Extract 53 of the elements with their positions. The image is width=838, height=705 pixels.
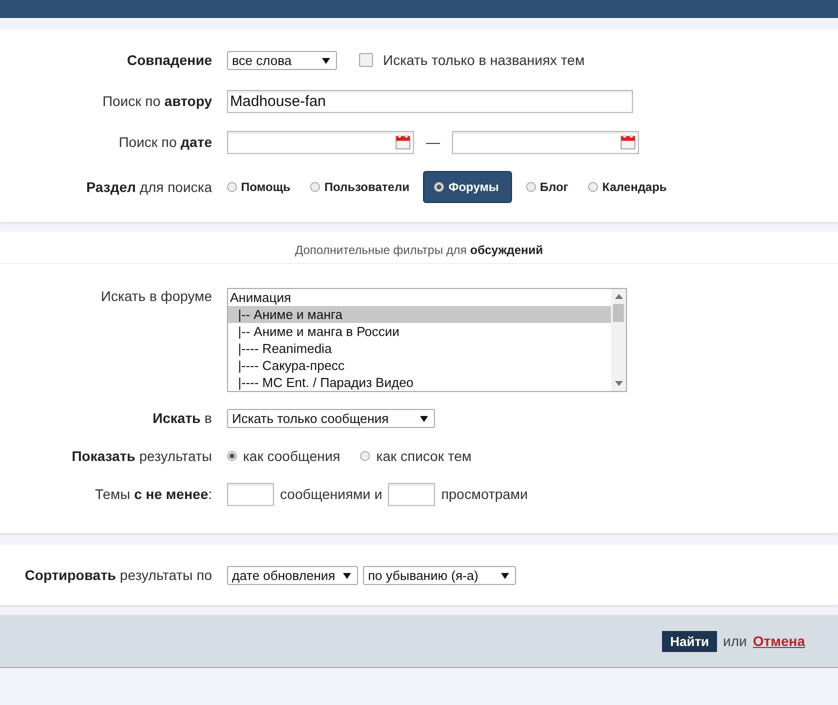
author-label: Поиск по автору bbox=[101, 93, 212, 109]
radio-button[interactable] bbox=[360, 451, 370, 461]
checkbox-label: Искать только в названиях тем bbox=[383, 52, 585, 68]
forum-item[interactable]: |---- Reanimedia bbox=[228, 340, 611, 357]
sort-field-select[interactable]: дате обновления bbox=[227, 566, 358, 584]
messages-text: сообщениями и bbox=[280, 486, 382, 502]
scroll-down-icon[interactable] bbox=[614, 381, 622, 386]
show-option-label: как список тем bbox=[376, 448, 472, 464]
caret-icon bbox=[501, 572, 509, 578]
show-option-label: как сообщения bbox=[243, 448, 340, 464]
filters-heading: Дополнительные фильтры для обсуждений bbox=[294, 243, 544, 257]
search-in-label: Искать в bbox=[152, 410, 212, 426]
match-select[interactable]: все слова bbox=[227, 50, 337, 70]
checkbox[interactable] bbox=[359, 53, 373, 67]
minimum-label: Темы с не менее: bbox=[94, 486, 212, 502]
scrollbar-thumb[interactable] bbox=[613, 304, 624, 322]
views-text: просмотрами bbox=[441, 486, 528, 502]
caret-icon bbox=[322, 58, 330, 64]
forum-item[interactable]: Анимация bbox=[228, 289, 611, 306]
sort-order-select[interactable]: по убыванию (я-а) bbox=[363, 566, 516, 584]
min-messages-field[interactable] bbox=[227, 482, 274, 506]
date-label: Поиск по дате bbox=[118, 134, 212, 150]
section-option[interactable]: Форумы bbox=[423, 171, 512, 203]
forum-item[interactable]: |-- Аниме и манга bbox=[228, 306, 611, 323]
sort-label: Сортировать результаты по bbox=[24, 567, 212, 583]
forum-item[interactable]: |---- Сакура-пресс bbox=[228, 357, 611, 374]
section-option[interactable]: Блог bbox=[526, 180, 568, 194]
calendar-icon bbox=[620, 134, 636, 150]
forum-label: Искать в форуме bbox=[100, 288, 212, 304]
section-option[interactable]: Календарь bbox=[588, 180, 667, 194]
match-label: Совпадение bbox=[126, 52, 212, 68]
caret-icon bbox=[420, 416, 428, 422]
search-button[interactable]: Найти bbox=[662, 630, 718, 652]
date-separator: — bbox=[426, 134, 440, 150]
author-field[interactable]: Madhouse-fan bbox=[227, 90, 633, 112]
date-from-field[interactable] bbox=[227, 130, 414, 154]
calendar-icon bbox=[395, 134, 411, 150]
show-label: Показать результаты bbox=[70, 448, 212, 464]
forum-item[interactable]: |-- Аниме и манга в России bbox=[228, 323, 611, 340]
cancel-link[interactable]: Отмена bbox=[752, 633, 805, 649]
caret-icon bbox=[343, 572, 351, 578]
forum-item[interactable]: |---- MC Ent. / Парадиз Видео bbox=[228, 374, 611, 391]
section-option[interactable]: Пользователи bbox=[310, 180, 410, 194]
or-text: или bbox=[723, 633, 747, 649]
section-option[interactable]: Помощь bbox=[227, 180, 290, 194]
forum-listbox[interactable]: Анимация |-- Аниме и манга |-- Аниме и манга в России |---- Reanimedia |---- Сакура-пресс |---- MC Ent. / Парадиз Видео bbox=[227, 288, 627, 392]
section-label: Раздел для поиска bbox=[85, 179, 212, 195]
scroll-up-icon[interactable] bbox=[614, 294, 622, 299]
min-views-field[interactable] bbox=[388, 482, 436, 506]
search-in-select[interactable]: Искать только сообщения bbox=[227, 408, 435, 428]
radio-button[interactable] bbox=[227, 451, 237, 461]
scrollbar[interactable] bbox=[611, 289, 626, 391]
date-to-field[interactable] bbox=[452, 130, 639, 154]
